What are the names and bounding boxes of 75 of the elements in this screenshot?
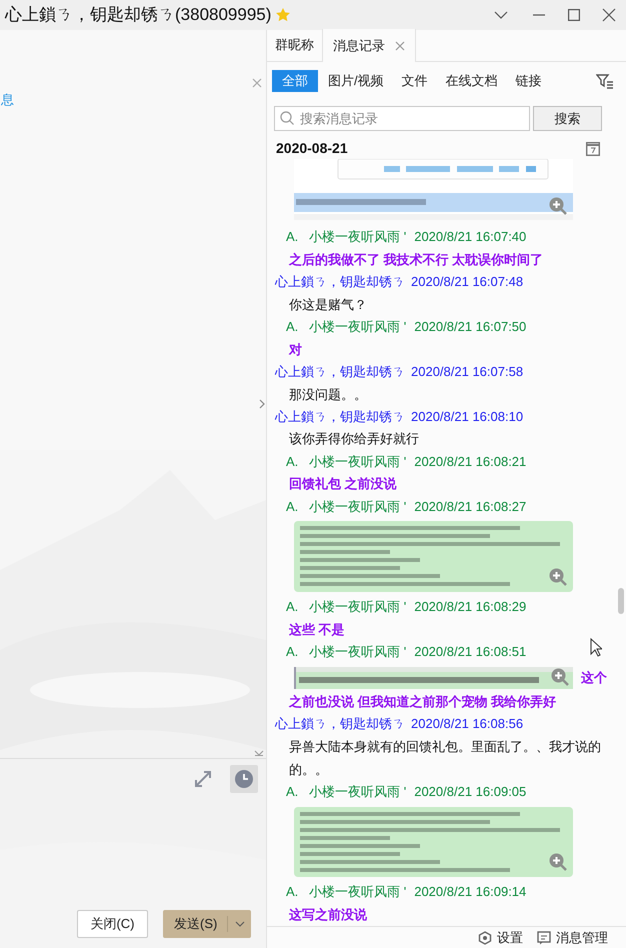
close-icon[interactable]	[395, 40, 405, 50]
close-button[interactable]: 关闭(C)	[77, 910, 148, 938]
clock-icon	[235, 770, 253, 788]
message-text: 该你弄得你给弄好就行	[288, 430, 420, 448]
message-text: 之前也没说 但我知道之前那个宠物 我给你弄好	[288, 692, 558, 711]
tab-label: 消息记录	[333, 36, 385, 55]
filter-tab[interactable]: 链接	[508, 70, 550, 92]
tab-label: 群昵称	[275, 36, 314, 54]
window-title: 心上鎖ㄋ，钥匙却锈ㄋ(380809995)	[5, 4, 272, 26]
message-time: 2020/8/21 16:09:05	[414, 782, 526, 801]
zoom-in-icon[interactable]	[551, 668, 569, 686]
message-time: 2020/8/21 16:07:48	[411, 272, 524, 291]
zoom-in-icon[interactable]	[549, 568, 567, 586]
maximize-icon[interactable]	[568, 9, 580, 21]
message-icon	[537, 930, 551, 944]
tab[interactable]: 群昵称	[267, 29, 322, 61]
sender-name: 心上鎖ㄋ，钥匙却锈ㄋ	[275, 362, 405, 381]
collapse-icon[interactable]	[254, 750, 264, 756]
button-label: 发送(S)	[173, 915, 218, 934]
filter-tab[interactable]: 图片/视频	[320, 70, 392, 92]
filter-tab[interactable]: 文件	[394, 70, 436, 92]
sender-name: A. 小楼一夜听风雨 '	[286, 498, 406, 516]
message-manager-button[interactable]: 消息管理	[537, 928, 608, 948]
sender-name: 心上鎖ㄋ，钥匙却锈ㄋ	[275, 408, 405, 426]
message-text: 对	[288, 340, 303, 359]
sender-name: A. 小楼一夜听风雨 '	[286, 782, 406, 801]
sender-name: A. 小楼一夜听风雨 '	[286, 883, 406, 902]
message-text: 你这是赌气？	[288, 296, 368, 314]
zoom-in-icon[interactable]	[549, 197, 567, 215]
sender-name: 心上鎖ㄋ，钥匙却锈ㄋ	[275, 715, 405, 733]
message-text: 这些 不是	[288, 620, 346, 639]
zoom-in-icon[interactable]	[549, 853, 567, 872]
sender-name: A. 小楼一夜听风雨 '	[286, 228, 406, 246]
message-time: 2020/8/21 16:09:14	[414, 883, 526, 902]
search-field[interactable]: 搜索消息记录	[274, 106, 530, 131]
settings-button[interactable]: 设置	[478, 928, 523, 948]
sender-name: A. 小楼一夜听风雨 '	[286, 318, 406, 336]
sender-name: A. 小楼一夜听风雨 '	[286, 452, 406, 471]
search-icon	[280, 111, 294, 125]
message-text: 这写之前没说	[288, 906, 368, 924]
settings-icon	[478, 930, 492, 944]
message-text: 之后的我做不了 我技术不行 太耽误你时间了	[288, 250, 544, 269]
message-text: 回馈礼包 之前没说	[288, 475, 398, 494]
message-text: 那没问题。。	[288, 386, 368, 404]
tab[interactable]: 消息记录	[322, 29, 416, 62]
message-text: 异兽大陆本身就有的回馈礼包。里面乱了。、我才说的的。。	[288, 738, 602, 779]
calendar-icon[interactable]	[586, 140, 600, 156]
filter-tab[interactable]: 在线文档	[438, 70, 506, 92]
search-button[interactable]: 搜索	[533, 106, 602, 131]
button-label: 设置	[497, 928, 523, 947]
message-time: 2020/8/21 16:08:21	[414, 452, 526, 471]
cursor-icon	[590, 638, 602, 657]
button-label: 消息管理	[556, 928, 608, 947]
caret-icon	[235, 921, 246, 927]
scrollbar-thumb[interactable]	[618, 588, 624, 614]
close-icon[interactable]	[602, 8, 616, 22]
message-time: 2020/8/21 16:08:51	[414, 643, 526, 662]
message-time: 2020/8/21 16:07:50	[414, 318, 526, 336]
send-button[interactable]: 发送(S)	[163, 910, 251, 938]
message-time: 2020/8/21 16:07:58	[411, 362, 524, 381]
message-time: 2020/8/21 16:08:29	[414, 598, 526, 616]
message-time: 2020/8/21 16:08:56	[411, 715, 524, 733]
expand-icon[interactable]	[194, 770, 212, 788]
sender-name: A. 小楼一夜听风雨 '	[286, 598, 406, 616]
message-time: 2020/8/21 16:07:40	[414, 228, 526, 246]
message-time: 2020/8/21 16:08:27	[414, 498, 526, 516]
chevron-right-icon[interactable]	[259, 399, 265, 409]
history-button[interactable]	[230, 765, 258, 793]
date-label: 2020-08-21	[276, 138, 348, 158]
sender-name: A. 小楼一夜听风雨 '	[286, 643, 406, 662]
filter-tab[interactable]: 全部	[272, 70, 318, 92]
message-time: 2020/8/21 16:08:10	[411, 408, 524, 426]
message-text: 这个	[581, 670, 607, 685]
filter-icon[interactable]	[596, 73, 614, 89]
sender-name: 心上鎖ㄋ，钥匙却锈ㄋ	[275, 272, 405, 291]
